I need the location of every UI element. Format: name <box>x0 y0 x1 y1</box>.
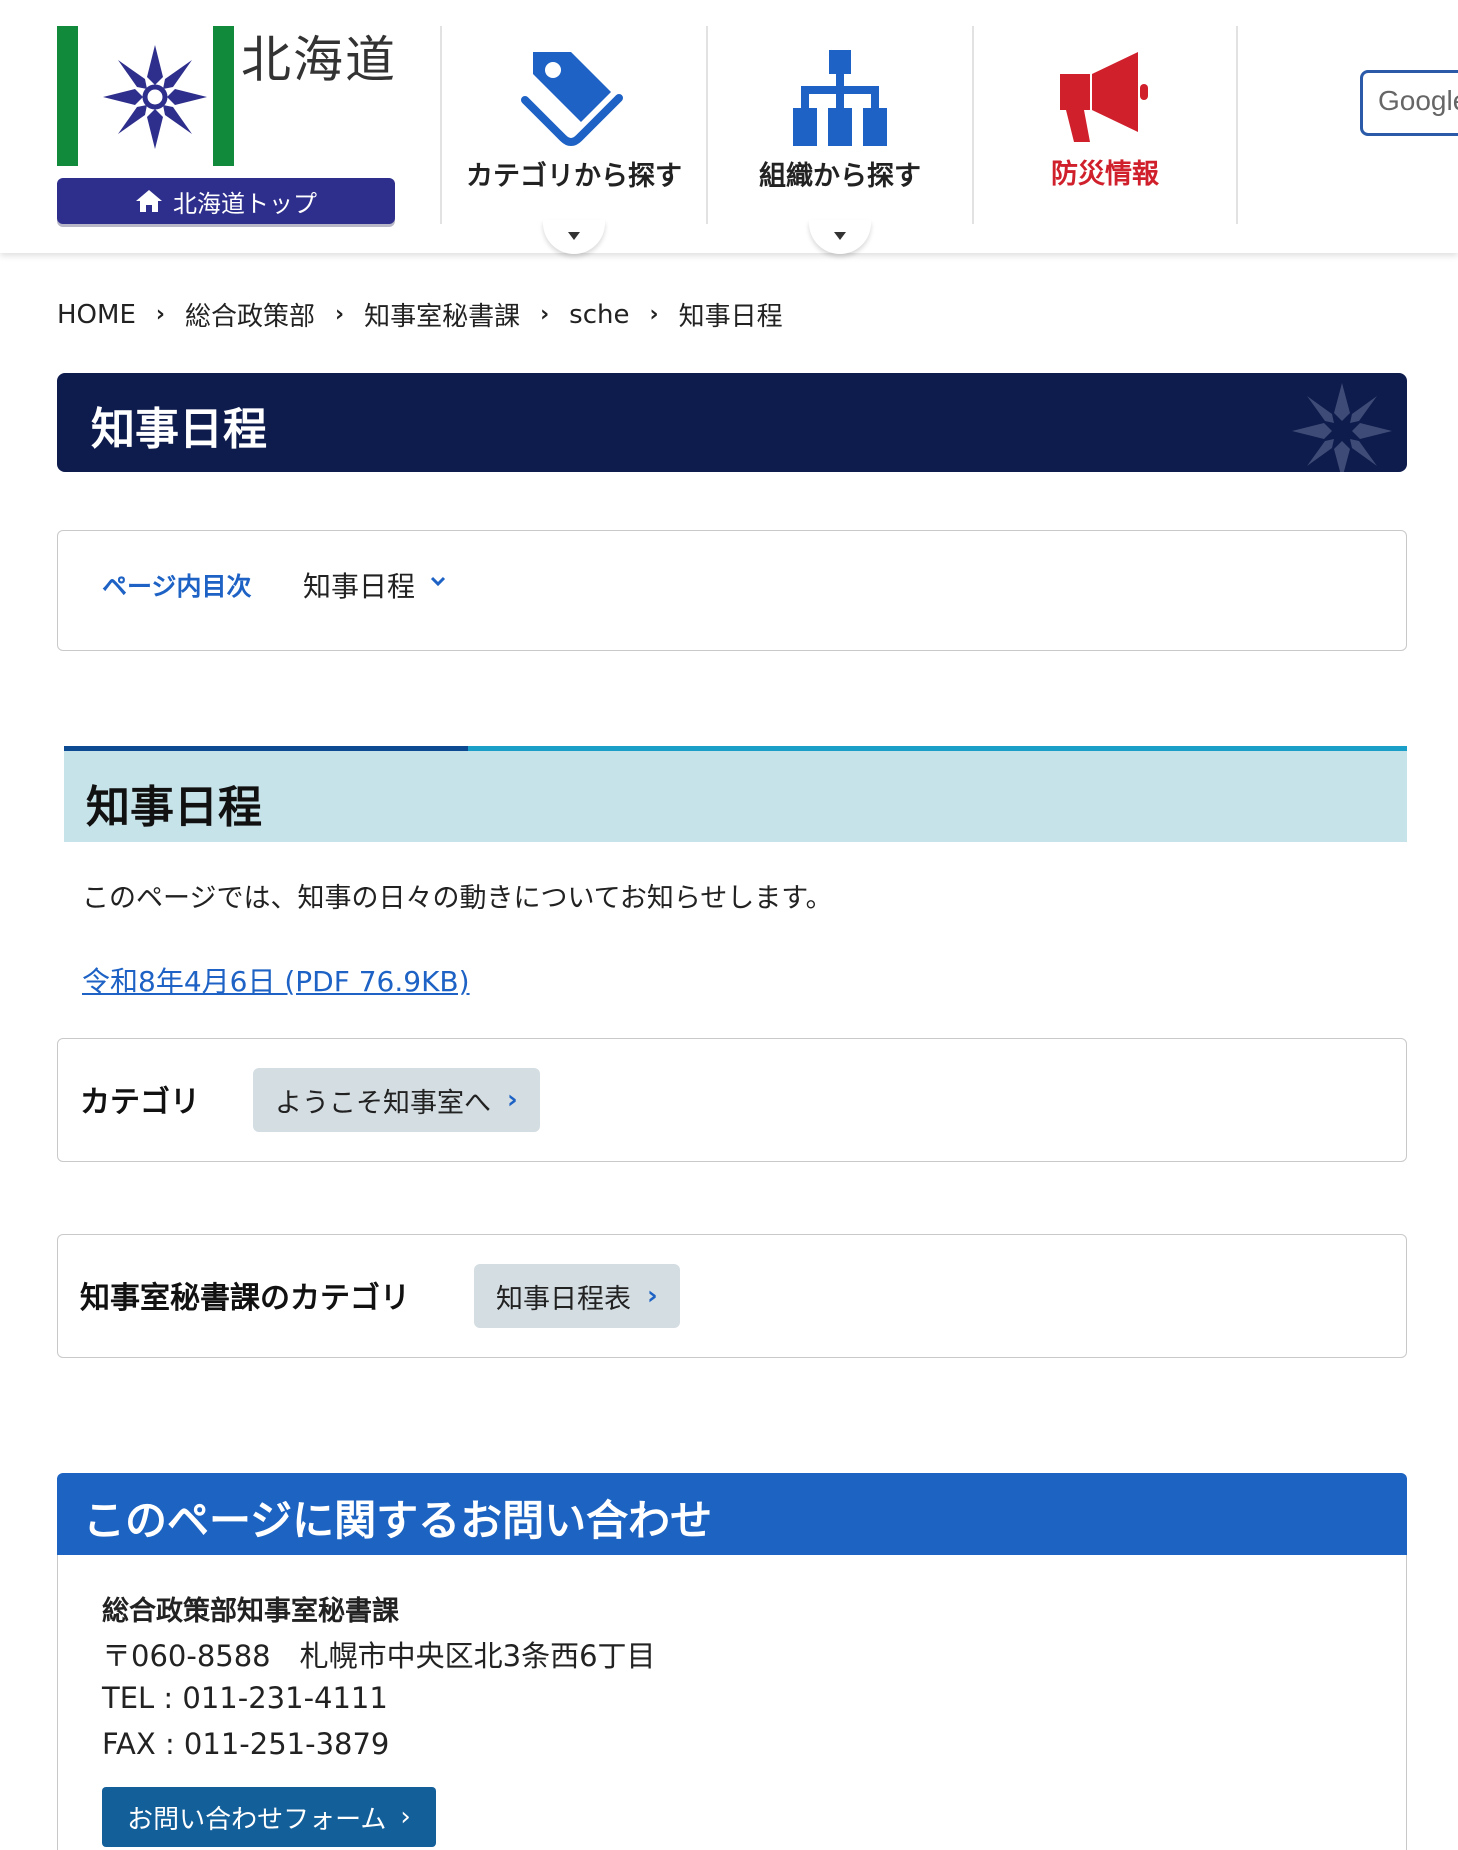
chevron-down-icon[interactable] <box>809 220 871 254</box>
google-search-button[interactable]: Google <box>1360 70 1458 136</box>
contact-heading: このページに関するお問い合わせ <box>83 1496 713 1545</box>
nav-category-label: カテゴリから探す <box>466 161 682 192</box>
contact-form-label: お問い合わせフォーム <box>127 1804 387 1835</box>
breadcrumb-secretariat[interactable]: 知事室秘書課 <box>364 296 520 333</box>
breadcrumb-current: 知事日程 <box>678 302 783 332</box>
snowflake-watermark-icon <box>1292 383 1392 472</box>
section-heading: 知事日程 <box>86 782 262 833</box>
dept-category-label: 知事室秘書課のカテゴリ <box>80 1281 410 1316</box>
page-toc: ページ内目次 知事日程 <box>57 530 1407 651</box>
breadcrumb-separator-icon: › <box>334 302 345 327</box>
nav-search-by-organization[interactable]: 組織から探す <box>706 26 972 254</box>
prefecture-name: 北海道 <box>241 31 397 89</box>
site-logo[interactable]: 北海道 北海道トップ <box>57 26 397 226</box>
nav-search-by-category[interactable]: カテゴリから探す <box>440 26 706 254</box>
nav-disaster-info[interactable]: 防災情報 <box>972 26 1238 224</box>
chevron-right-icon: › <box>647 1281 658 1311</box>
breadcrumb-separator-icon: › <box>155 302 165 327</box>
chevron-down-icon[interactable] <box>430 575 446 587</box>
toc-label: ページ内目次 <box>102 572 252 601</box>
category-chip-label: ようこそ知事室へ <box>275 1087 491 1119</box>
chevron-right-icon: › <box>507 1085 518 1115</box>
prefecture-top-label: 北海道トップ <box>173 189 317 218</box>
chevron-down-icon[interactable] <box>543 220 605 254</box>
snowflake-emblem-icon <box>103 45 207 149</box>
category-box: カテゴリ ようこそ知事室へ › <box>57 1038 1407 1162</box>
prefecture-top-button[interactable]: 北海道トップ <box>57 178 395 224</box>
contact-address: 〒060-8588 札幌市中央区北3条西6丁目 <box>102 1639 656 1673</box>
breadcrumb-sche[interactable]: sche <box>569 300 629 330</box>
dept-category-box: 知事室秘書課のカテゴリ 知事日程表 › <box>57 1234 1407 1358</box>
contact-fax: FAX : 011-251-3879 <box>102 1727 390 1761</box>
intro-text: このページでは、知事の日々の動きについてお知らせします。 <box>82 883 833 914</box>
breadcrumb-home[interactable]: HOME <box>57 300 136 330</box>
category-chip-welcome[interactable]: ようこそ知事室へ › <box>253 1068 540 1132</box>
page-title-bar: 知事日程 <box>57 373 1407 472</box>
site-header: 北海道 北海道トップ カテゴリから探す 組織から探す 防災情報 Googl <box>0 0 1458 254</box>
dept-category-chip-schedule[interactable]: 知事日程表 › <box>474 1264 680 1328</box>
toc-link[interactable]: 知事日程 <box>303 565 415 605</box>
section-heading-box: 知事日程 <box>64 746 1407 842</box>
nav-organization-label: 組織から探す <box>759 161 921 192</box>
dept-category-chip-label: 知事日程表 <box>496 1283 631 1315</box>
contact-dept: 総合政策部知事室秘書課 <box>102 1596 399 1627</box>
contact-tel: TEL : 011-231-4111 <box>102 1681 388 1715</box>
chevron-right-icon: › <box>400 1802 411 1832</box>
prefecture-flag-logo <box>57 26 234 166</box>
page-title: 知事日程 <box>91 404 267 455</box>
contact-heading-bar: このページに関するお問い合わせ <box>57 1473 1407 1555</box>
category-label: カテゴリ <box>80 1085 200 1120</box>
tag-icon <box>521 52 623 146</box>
breadcrumb-policy-dept[interactable]: 総合政策部 <box>185 296 315 333</box>
nav-disaster-label: 防災情報 <box>1051 159 1159 190</box>
breadcrumb: HOME › 総合政策部 › 知事室秘書課 › sche › 知事日程 <box>57 296 783 333</box>
contact-form-button[interactable]: お問い合わせフォーム › <box>102 1787 436 1847</box>
schedule-pdf-link[interactable]: 令和8年4月6日 (PDF 76.9KB) <box>82 960 470 1000</box>
breadcrumb-separator-icon: › <box>540 302 550 327</box>
home-icon <box>136 190 162 212</box>
contact-body: 総合政策部知事室秘書課 〒060-8588 札幌市中央区北3条西6丁目 TEL … <box>57 1555 1407 1850</box>
megaphone-icon <box>1060 52 1148 142</box>
breadcrumb-separator-icon: › <box>649 302 659 327</box>
org-chart-icon <box>793 50 887 146</box>
